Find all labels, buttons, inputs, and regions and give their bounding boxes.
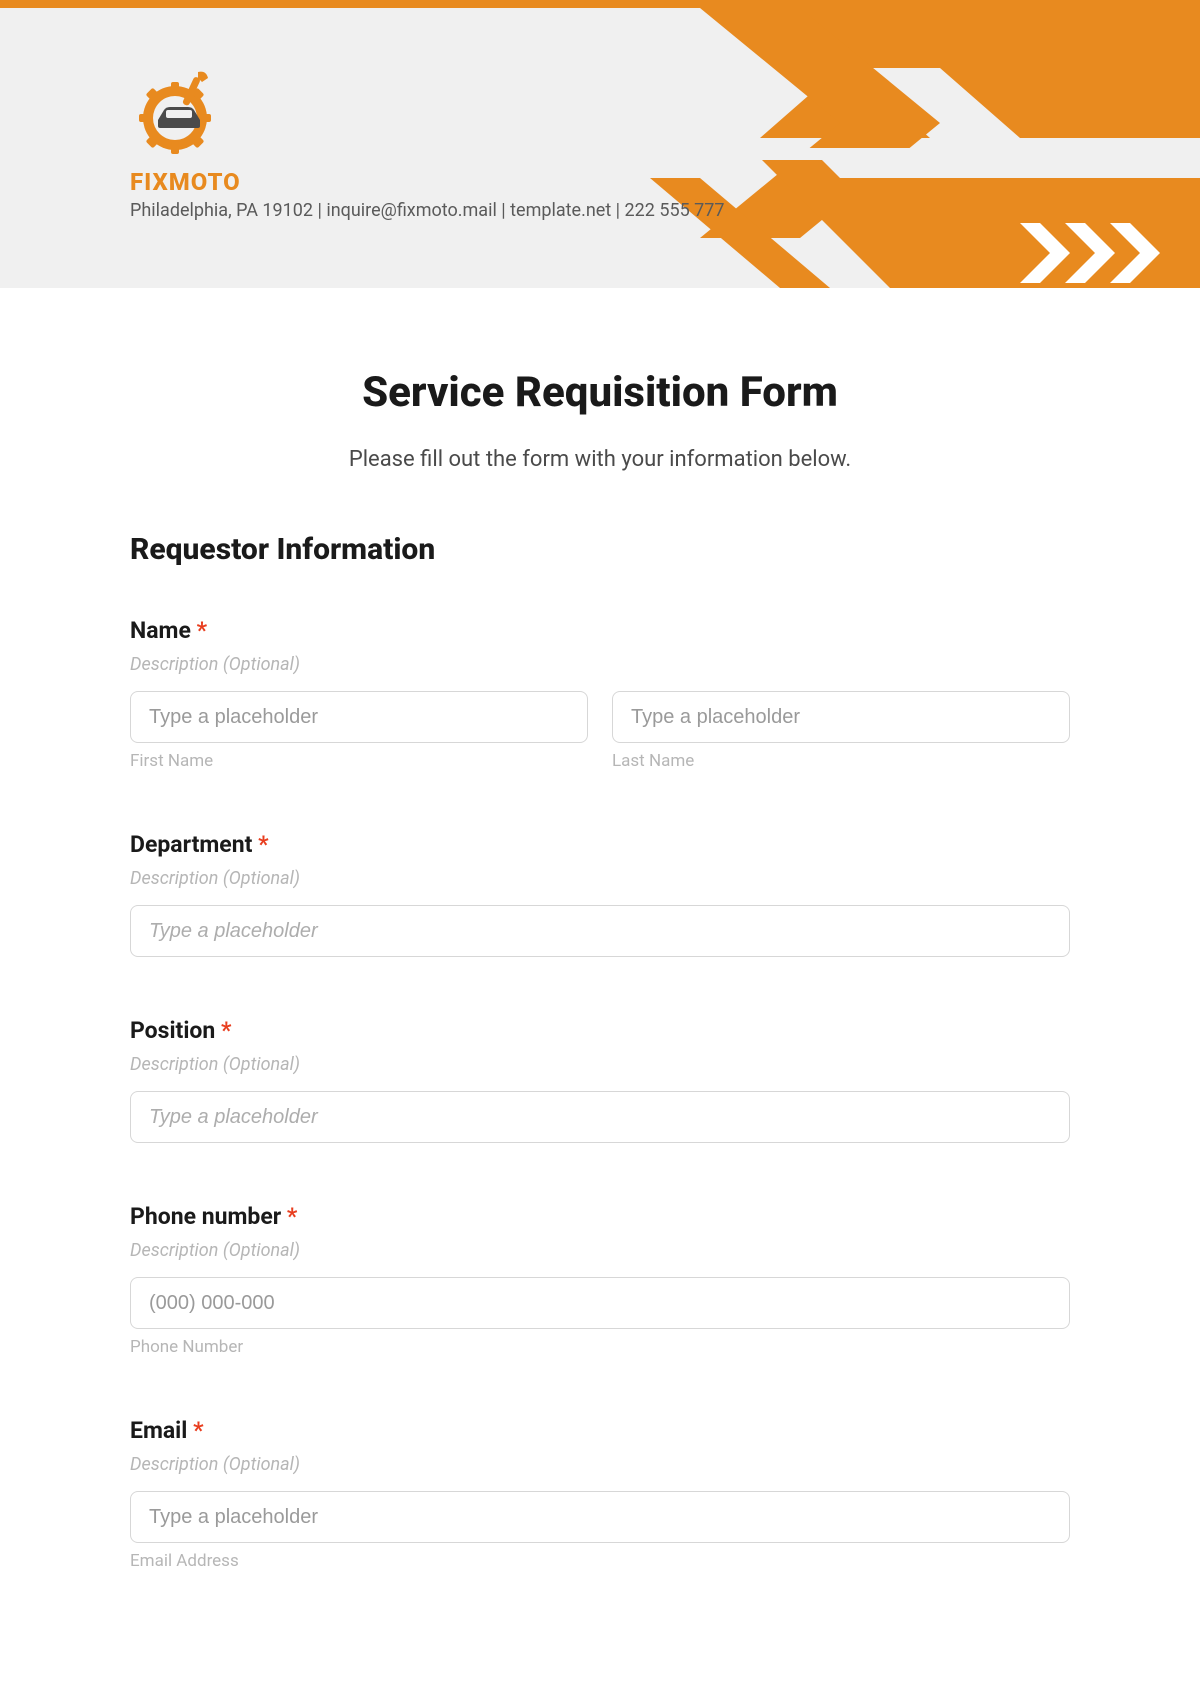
email-label: Email * — [130, 1417, 1070, 1444]
first-name-col: First Name — [130, 691, 588, 771]
department-label: Department * — [130, 831, 1070, 858]
form-content: Service Requisition Form Please fill out… — [0, 288, 1200, 1631]
brand-contact-line: Philadelphia, PA 19102 | inquire@fixmoto… — [130, 200, 725, 221]
position-label-text: Position — [130, 1017, 215, 1044]
form-subtitle: Please fill out the form with your infor… — [130, 447, 1070, 472]
first-name-sublabel: First Name — [130, 751, 588, 771]
required-asterisk: * — [193, 1417, 203, 1444]
brand-name: FIXMOTO — [130, 168, 241, 196]
top-accent-stripe — [0, 0, 1200, 8]
name-label-text: Name — [130, 617, 191, 644]
phone-label: Phone number * — [130, 1203, 1070, 1230]
email-label-text: Email — [130, 1417, 187, 1444]
required-asterisk: * — [258, 831, 268, 858]
required-asterisk: * — [197, 617, 207, 644]
field-name: Name * Description (Optional) First Name… — [130, 617, 1070, 771]
phone-description: Description (Optional) — [130, 1240, 1070, 1261]
name-label: Name * — [130, 617, 1070, 644]
header-inner: FIXMOTO Philadelphia, PA 19102 | inquire… — [0, 8, 1200, 221]
phone-label-text: Phone number — [130, 1203, 281, 1230]
required-asterisk: * — [221, 1017, 231, 1044]
first-name-input[interactable] — [130, 691, 588, 743]
position-input[interactable] — [130, 1091, 1070, 1143]
name-row: First Name Last Name — [130, 691, 1070, 771]
email-description: Description (Optional) — [130, 1454, 1070, 1475]
page-root: FIXMOTO Philadelphia, PA 19102 | inquire… — [0, 0, 1200, 1631]
phone-input[interactable] — [130, 1277, 1070, 1329]
email-input[interactable] — [130, 1491, 1070, 1543]
required-asterisk: * — [287, 1203, 297, 1230]
last-name-sublabel: Last Name — [612, 751, 1070, 771]
field-position: Position * Description (Optional) — [130, 1017, 1070, 1143]
position-label: Position * — [130, 1017, 1070, 1044]
department-label-text: Department — [130, 831, 252, 858]
field-email: Email * Description (Optional) Email Add… — [130, 1417, 1070, 1571]
field-department: Department * Description (Optional) — [130, 831, 1070, 957]
form-title: Service Requisition Form — [130, 368, 1070, 417]
name-description: Description (Optional) — [130, 654, 1070, 675]
brand-logo-icon — [130, 68, 230, 158]
section-requestor-heading: Requestor Information — [130, 532, 1070, 567]
field-phone: Phone number * Description (Optional) Ph… — [130, 1203, 1070, 1357]
page-header: FIXMOTO Philadelphia, PA 19102 | inquire… — [0, 8, 1200, 288]
last-name-input[interactable] — [612, 691, 1070, 743]
department-description: Description (Optional) — [130, 868, 1070, 889]
last-name-col: Last Name — [612, 691, 1070, 771]
phone-sublabel: Phone Number — [130, 1337, 1070, 1357]
department-input[interactable] — [130, 905, 1070, 957]
logo-block: FIXMOTO Philadelphia, PA 19102 | inquire… — [130, 68, 1200, 221]
position-description: Description (Optional) — [130, 1054, 1070, 1075]
email-sublabel: Email Address — [130, 1551, 1070, 1571]
